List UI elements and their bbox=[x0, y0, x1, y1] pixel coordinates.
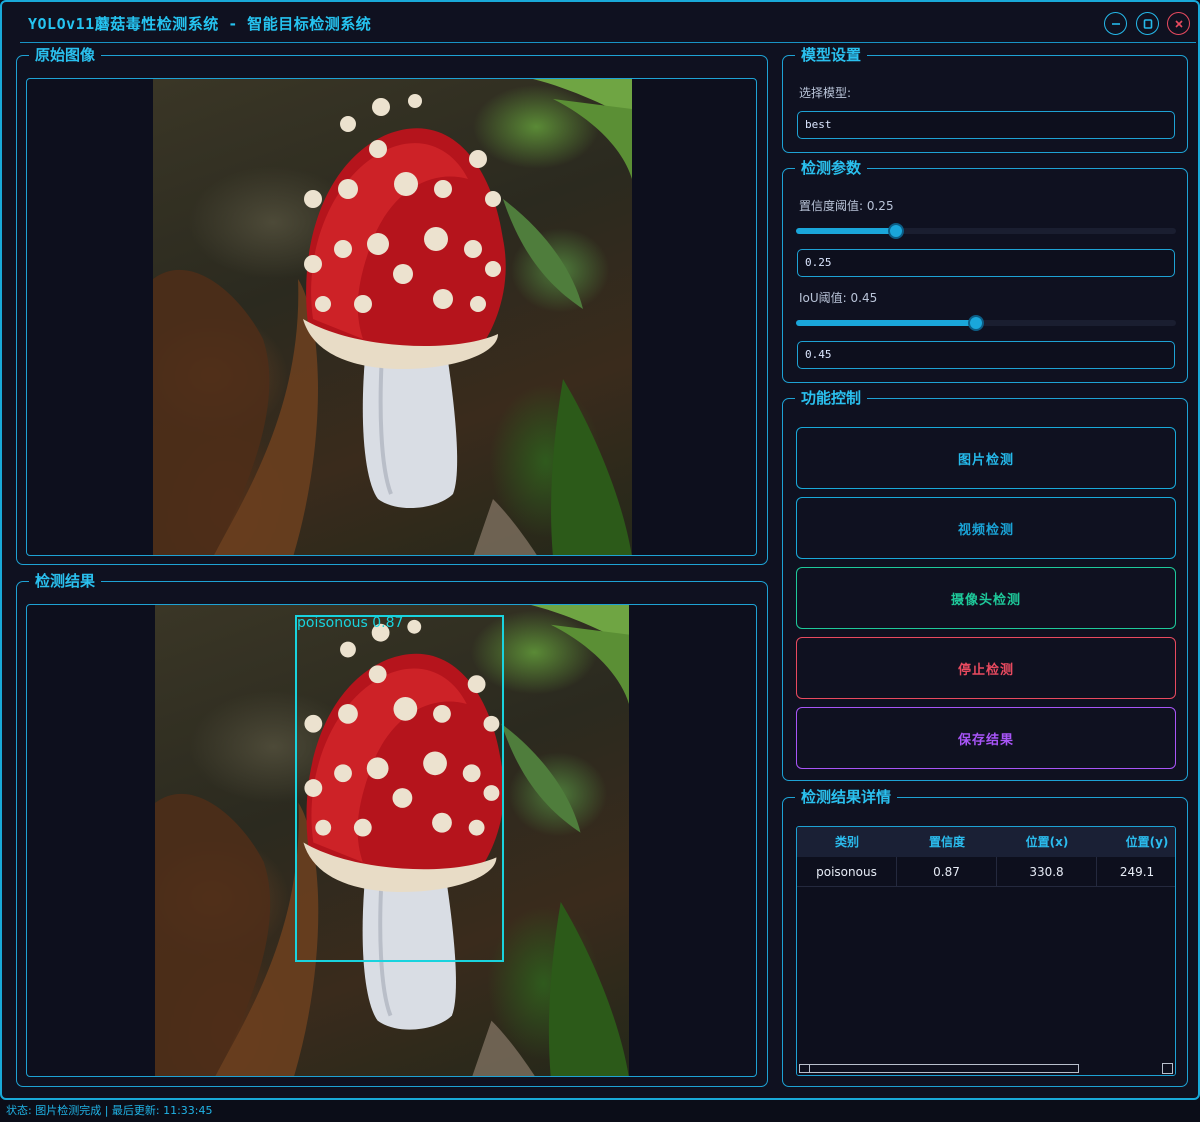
model-settings-panel: 模型设置 选择模型: best bbox=[782, 46, 1188, 153]
table-cell-y: 249.1 bbox=[1097, 857, 1175, 887]
confidence-slider-handle[interactable] bbox=[888, 223, 904, 239]
detection-label: poisonous 0.87 bbox=[297, 615, 404, 631]
result-mushroom-image: poisonous 0.87 bbox=[155, 605, 629, 1076]
iou-label: IoU阈值: 0.45 bbox=[799, 291, 878, 305]
table-cell-class: poisonous bbox=[797, 857, 897, 887]
result-details-panel: 检测结果详情 类别 置信度 位置(x) 位置(y) poisonous 0.87… bbox=[782, 788, 1188, 1087]
image-detect-button[interactable]: 图片检测 bbox=[796, 427, 1176, 489]
title-bar[interactable]: YOLOv11蘑菇毒性检测系统 - 智能目标检测系统 bbox=[2, 2, 1198, 44]
confidence-slider[interactable] bbox=[796, 223, 1176, 239]
table-header: 类别 置信度 位置(x) 位置(y) bbox=[797, 827, 1175, 857]
confidence-label: 置信度阈值: 0.25 bbox=[799, 199, 894, 213]
app-window: YOLOv11蘑菇毒性检测系统 - 智能目标检测系统 原始图像 检测结果 poi… bbox=[0, 0, 1200, 1100]
original-mushroom-image bbox=[153, 79, 632, 555]
model-settings-title: 模型设置 bbox=[795, 46, 868, 64]
minimize-button[interactable] bbox=[1104, 12, 1127, 35]
function-control-panel: 功能控制 图片检测 视频检测 摄像头检测 停止检测 保存结果 bbox=[782, 389, 1188, 781]
stop-detect-button[interactable]: 停止检测 bbox=[796, 637, 1176, 699]
column-header-x[interactable]: 位置(x) bbox=[997, 827, 1097, 857]
title-divider bbox=[20, 42, 1196, 43]
confidence-input[interactable]: 0.25 bbox=[797, 249, 1175, 277]
table-cell-confidence: 0.87 bbox=[897, 857, 997, 887]
status-bar: 状态: 图片检测完成 | 最后更新: 11:33:45 bbox=[0, 1100, 1200, 1122]
iou-input[interactable]: 0.45 bbox=[797, 341, 1175, 369]
result-image-title: 检测结果 bbox=[29, 572, 102, 590]
column-header-confidence[interactable]: 置信度 bbox=[897, 827, 997, 857]
close-icon bbox=[1174, 19, 1183, 28]
original-image-title: 原始图像 bbox=[29, 46, 102, 64]
detection-params-title: 检测参数 bbox=[795, 159, 868, 177]
save-result-button[interactable]: 保存结果 bbox=[796, 707, 1176, 769]
scrollbar-track[interactable] bbox=[799, 1064, 1079, 1073]
detection-bounding-box: poisonous 0.87 bbox=[295, 615, 504, 962]
maximize-icon bbox=[1143, 18, 1152, 29]
minimize-icon bbox=[1111, 22, 1120, 25]
confidence-slider-fill bbox=[796, 228, 896, 234]
result-image-frame: poisonous 0.87 bbox=[26, 604, 757, 1077]
model-select-label: 选择模型: bbox=[799, 86, 852, 100]
scrollbar-corner bbox=[1162, 1063, 1173, 1074]
result-details-title: 检测结果详情 bbox=[795, 788, 898, 806]
table-cell-x: 330.8 bbox=[997, 857, 1097, 887]
iou-slider-fill bbox=[796, 320, 976, 326]
camera-detect-button[interactable]: 摄像头检测 bbox=[796, 567, 1176, 629]
maximize-button[interactable] bbox=[1136, 12, 1159, 35]
close-button[interactable] bbox=[1167, 12, 1190, 35]
window-title: YOLOv11蘑菇毒性检测系统 - 智能目标检测系统 bbox=[28, 15, 372, 33]
detection-params-panel: 检测参数 置信度阈值: 0.25 0.25 IoU阈值: 0.45 0.45 bbox=[782, 159, 1188, 383]
function-control-title: 功能控制 bbox=[795, 389, 868, 407]
video-detect-button[interactable]: 视频检测 bbox=[796, 497, 1176, 559]
iou-slider-handle[interactable] bbox=[968, 315, 984, 331]
iou-slider[interactable] bbox=[796, 315, 1176, 331]
results-table: 类别 置信度 位置(x) 位置(y) poisonous 0.87 330.8 … bbox=[796, 826, 1176, 1076]
result-image-panel: 检测结果 poisonous 0.87 bbox=[16, 572, 768, 1087]
original-image-frame bbox=[26, 78, 757, 556]
scrollbar-handle[interactable] bbox=[800, 1065, 810, 1072]
model-select[interactable]: best bbox=[797, 111, 1175, 139]
original-image-panel: 原始图像 bbox=[16, 46, 768, 565]
column-header-y[interactable]: 位置(y) bbox=[1097, 827, 1175, 857]
table-horizontal-scrollbar[interactable] bbox=[797, 1062, 1175, 1075]
column-header-class[interactable]: 类别 bbox=[797, 827, 897, 857]
